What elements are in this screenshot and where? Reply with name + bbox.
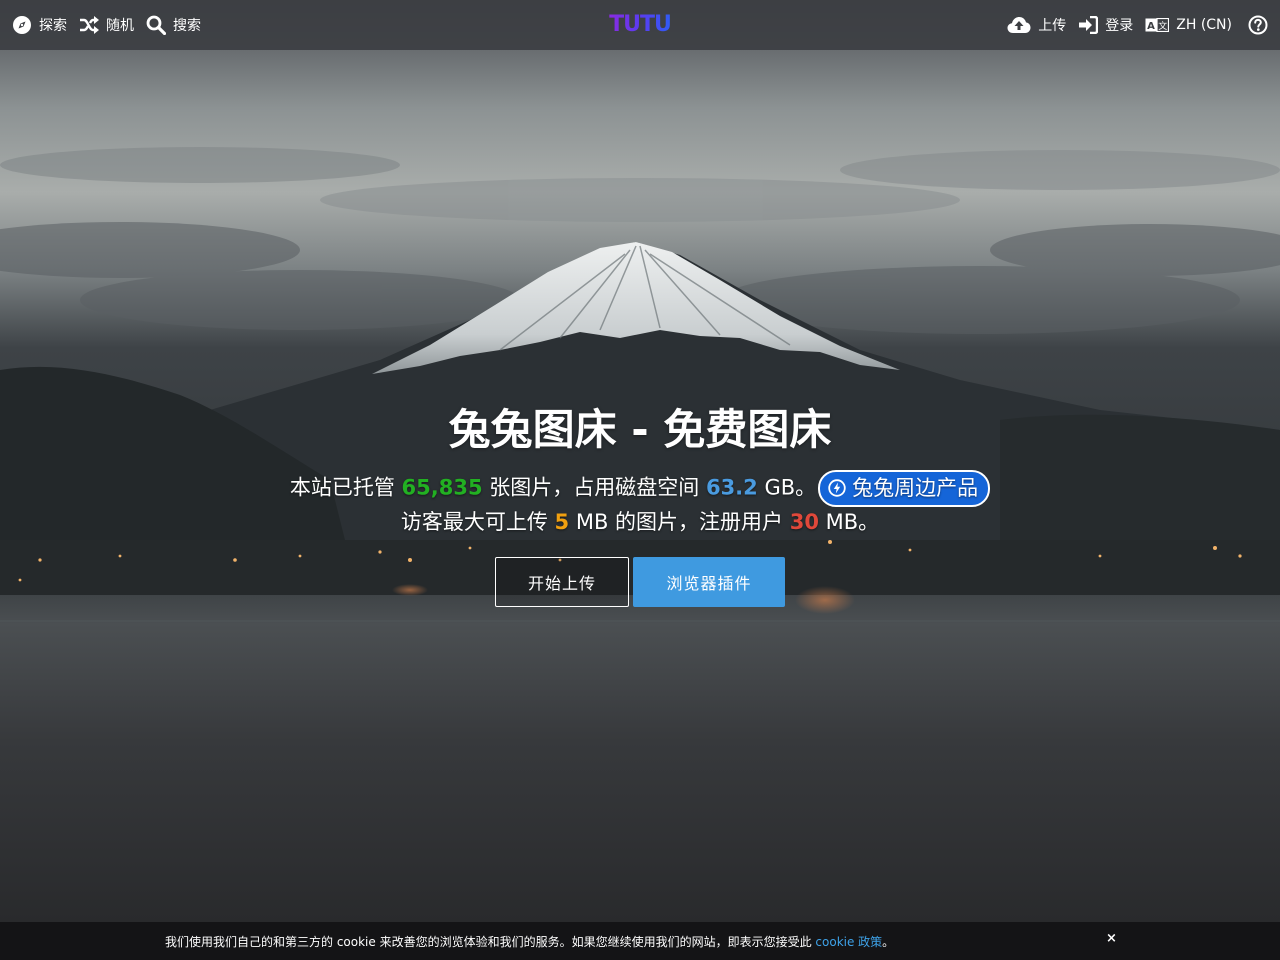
nav-explore-label: 探索 <box>39 18 67 34</box>
stats-line-2: 访客最大可上传 5 MB 的图片，注册用户 30 MB。 <box>0 507 1280 537</box>
cookie-message: 我们使用我们自己的和第三方的 cookie 来改善您的浏览体验和我们的服务。如果… <box>165 935 816 949</box>
limits-text: 访客最大可上传 <box>400 510 555 534</box>
limits-text: MB 的图片，注册用户 <box>569 510 790 534</box>
cookie-notice-bar: 我们使用我们自己的和第三方的 cookie 来改善您的浏览体验和我们的服务。如果… <box>0 922 1280 960</box>
merch-products-button[interactable]: 兔兔周边产品 <box>818 470 991 507</box>
nav-upload[interactable]: 上传 <box>1007 15 1066 35</box>
guest-upload-limit: 5 <box>554 510 570 534</box>
nav-login-label: 登录 <box>1105 18 1134 34</box>
start-upload-button[interactable]: 开始上传 <box>495 557 629 607</box>
nav-help[interactable] <box>1248 15 1268 35</box>
nav-login[interactable]: 登录 <box>1078 15 1133 35</box>
page-title: 兔兔图床 - 免费图床 <box>448 405 832 454</box>
nav-language-label: ZH (CN) <box>1176 17 1232 33</box>
stats-text: 本站已托管 <box>289 475 402 500</box>
cookie-notice-text: 我们使用我们自己的和第三方的 cookie 来改善您的浏览体验和我们的服务。如果… <box>165 933 894 950</box>
nav-explore[interactable]: 探索 <box>12 15 67 35</box>
hero-section: 兔兔图床 - 免费图床 本站已托管 65,835 张图片，占用磁盘空间 63.2… <box>0 402 1280 607</box>
limits-text: MB。 <box>818 510 880 534</box>
nav-upload-label: 上传 <box>1038 18 1067 34</box>
nav-left: 探索 随机 搜索 <box>12 15 201 35</box>
svg-text:A: A <box>1147 21 1155 32</box>
language-icon: A 文 <box>1145 18 1170 32</box>
disk-usage: 63.2 <box>705 475 758 500</box>
merch-products-label: 兔兔周边产品 <box>852 476 979 500</box>
top-navigation-bar: 探索 随机 搜索 TUTU 上传 登录 A 文 ZH (CN) <box>0 0 1280 50</box>
stats-text: 张图片，占用磁盘空间 <box>482 475 706 500</box>
sign-in-icon <box>1079 16 1099 34</box>
browser-plugin-button[interactable]: 浏览器插件 <box>633 557 785 607</box>
stats-line-1: 本站已托管 65,835 张图片，占用磁盘空间 63.2 GB。 兔兔周边产品 <box>0 470 1280 507</box>
user-upload-limit: 30 <box>789 510 819 534</box>
svg-text:文: 文 <box>1159 20 1168 32</box>
search-icon <box>146 15 166 35</box>
nav-random[interactable]: 随机 <box>79 15 134 35</box>
nav-language[interactable]: A 文 ZH (CN) <box>1145 17 1232 33</box>
site-logo[interactable]: TUTU <box>609 12 672 37</box>
hero-buttons: 开始上传 浏览器插件 <box>0 557 1280 607</box>
cookie-close-button[interactable]: × <box>1106 931 1117 946</box>
shuffle-icon <box>80 16 99 34</box>
nav-search-label: 搜索 <box>173 18 201 34</box>
nav-search[interactable]: 搜索 <box>146 15 201 35</box>
stats-text: GB。 <box>757 475 817 500</box>
cookie-policy-link[interactable]: cookie 政策 <box>815 935 882 949</box>
compass-icon <box>13 16 31 34</box>
question-circle-icon <box>1248 15 1268 35</box>
nav-random-label: 随机 <box>106 18 134 34</box>
nav-right: 上传 登录 A 文 ZH (CN) <box>1007 15 1268 35</box>
cookie-message-end: 。 <box>882 935 895 949</box>
bolt-circle-icon <box>828 479 846 497</box>
image-count: 65,835 <box>401 475 483 500</box>
cloud-upload-icon <box>1007 17 1031 33</box>
